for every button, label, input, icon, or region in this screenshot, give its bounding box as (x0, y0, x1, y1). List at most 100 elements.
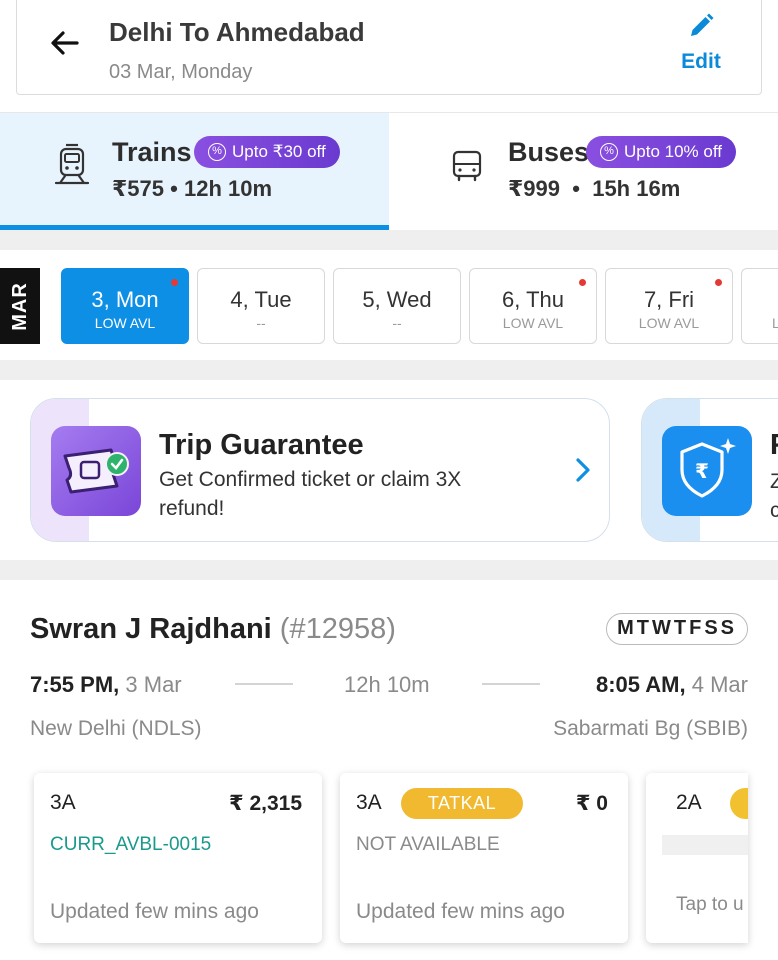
train-result-card[interactable]: Swran J Rajdhani (#12958) MTWTFSS 7:55 P… (0, 580, 778, 960)
buses-summary: ₹999 • 15h 16m (508, 176, 680, 202)
class-card[interactable]: 3A ₹ 2,315 CURR_AVBL-0015 Updated few mi… (34, 773, 322, 943)
mode-name-trains: Trains (112, 137, 192, 167)
bullet-separator: • (170, 176, 178, 201)
train-icon (52, 143, 92, 187)
departure-time: 7:55 PM, (30, 672, 120, 697)
date-chip[interactable]: 7, Fri LOW AVL (605, 268, 733, 344)
date-label: 4, Tue (230, 287, 292, 312)
class-price: ₹ 0 (575, 792, 608, 815)
class-code: 3A (356, 791, 382, 814)
promo-carousel: Trip Guarantee Get Confirmed ticket or c… (0, 380, 778, 560)
availability-status: NOT AVAILABLE (356, 834, 500, 855)
arrival-time: 8:05 AM, (595, 672, 686, 697)
buses-price: ₹999 (508, 176, 561, 201)
date-availability: -- (256, 315, 266, 331)
tab-buses[interactable]: Buses % Upto 10% off ₹999 • 15h 16m (389, 113, 778, 231)
bus-icon (451, 149, 491, 193)
discount-icon: % (600, 143, 618, 161)
month-label: MAR (8, 281, 31, 331)
trains-offer-text: Upto ₹30 off (232, 142, 326, 161)
availability-dot (579, 279, 586, 286)
pencil-icon (691, 13, 714, 36)
date-selector: MAR 3, Mon LOW AVL 4, Tue -- 5, Wed -- 6… (0, 250, 778, 360)
secondary-promo-card[interactable]: ₹ F Z c (641, 398, 778, 542)
month-badge: MAR (0, 268, 40, 344)
date-availability: LOW AVL (94, 315, 156, 331)
trains-duration: 12h 10m (183, 176, 273, 201)
date-label: 3, Mon (91, 287, 159, 312)
promo-title: F (770, 429, 778, 462)
running-days: MTWTFSS (606, 613, 748, 645)
availability-dot (715, 279, 722, 286)
tatkal-badge (730, 788, 748, 819)
train-name: Swran J Rajdhani (#12958) (30, 613, 396, 646)
edit-label: Edit (681, 50, 721, 73)
updated-time: Updated few mins ago (356, 900, 565, 923)
tatkal-badge: TATKAL (401, 788, 523, 819)
tap-to-update[interactable]: Tap to u (676, 894, 744, 916)
destination-station: Sabarmati Bg (SBIB) (553, 717, 748, 740)
trains-price: ₹575 (112, 176, 165, 201)
updated-time: Updated few mins ago (50, 900, 259, 923)
divider (0, 560, 778, 580)
svg-text:₹: ₹ (695, 459, 709, 483)
origin-station: New Delhi (NDLS) (30, 717, 202, 740)
class-code: 3A (50, 791, 76, 814)
mode-name-buses: Buses (508, 137, 590, 167)
arrival-date: 4 Mar (691, 672, 748, 697)
date-chip[interactable]: 6, Thu LOW AVL (469, 268, 597, 344)
date-chip[interactable]: L (741, 268, 778, 344)
back-arrow-icon[interactable] (45, 23, 85, 63)
route-title: Delhi To Ahmedabad (109, 17, 365, 47)
date-availability: -- (392, 315, 402, 331)
date-availability: LOW AVL (502, 315, 564, 331)
promo-title: Trip Guarantee (159, 429, 364, 461)
divider (0, 230, 778, 250)
date-label: 7, Fri (643, 287, 695, 312)
train-search-screen: Delhi To Ahmedabad 03 Mar, Monday Edit T… (0, 0, 778, 960)
tab-trains[interactable]: Trains % Upto ₹30 off ₹575 • 12h 10m (0, 113, 389, 231)
divider (235, 683, 293, 685)
bullet-separator: • (566, 176, 587, 201)
journey-duration: 12h 10m (344, 672, 430, 697)
route-card[interactable]: Delhi To Ahmedabad 03 Mar, Monday Edit (16, 0, 762, 95)
date-label (742, 287, 778, 313)
date-chip[interactable]: 5, Wed -- (333, 268, 461, 344)
trains-offer-badge: % Upto ₹30 off (194, 136, 340, 168)
class-price: ₹ 2,315 (229, 792, 302, 815)
buses-offer-badge: % Upto 10% off (586, 136, 736, 168)
arrival: 8:05 AM, 4 Mar (596, 672, 748, 698)
date-chip[interactable]: 4, Tue -- (197, 268, 325, 344)
journey-date: 03 Mar, Monday (109, 61, 253, 83)
promo-subtitle: Z c (770, 467, 778, 525)
class-card[interactable]: 2A Tap to u (646, 773, 748, 943)
departure-date: 3 Mar (125, 672, 182, 697)
header: Delhi To Ahmedabad 03 Mar, Monday Edit (0, 0, 778, 110)
edit-button[interactable]: Edit (671, 11, 731, 74)
date-availability: L (772, 315, 778, 331)
loading-placeholder (662, 835, 748, 855)
train-number: (#12958) (279, 613, 396, 645)
trains-summary: ₹575 • 12h 10m (112, 176, 272, 202)
divider (482, 683, 540, 685)
ticket-icon (51, 426, 141, 516)
date-chip[interactable]: 3, Mon LOW AVL (61, 268, 189, 344)
divider (0, 360, 778, 380)
buses-offer-text: Upto 10% off (624, 142, 722, 161)
departure: 7:55 PM, 3 Mar (30, 672, 182, 698)
date-availability: LOW AVL (638, 315, 700, 331)
class-card[interactable]: 3A TATKAL ₹ 0 NOT AVAILABLE Updated few … (340, 773, 628, 943)
promo-subtitle: Get Confirmed ticket or claim 3X refund! (159, 468, 462, 520)
availability-dot (171, 279, 178, 286)
trip-guarantee-card[interactable]: Trip Guarantee Get Confirmed ticket or c… (30, 398, 610, 542)
buses-duration: 15h 16m (592, 176, 681, 201)
travel-mode-tabs: Trains % Upto ₹30 off ₹575 • 12h 10m Bus (0, 112, 778, 231)
train-name-text: Swran J Rajdhani (30, 613, 272, 645)
rupee-shield-icon: ₹ (662, 426, 752, 516)
date-label: 5, Wed (362, 287, 432, 312)
date-label: 6, Thu (502, 287, 564, 312)
class-code: 2A (676, 791, 702, 814)
discount-icon: % (208, 143, 226, 161)
availability-status: CURR_AVBL-0015 (50, 834, 212, 855)
chevron-right-icon (573, 455, 593, 485)
